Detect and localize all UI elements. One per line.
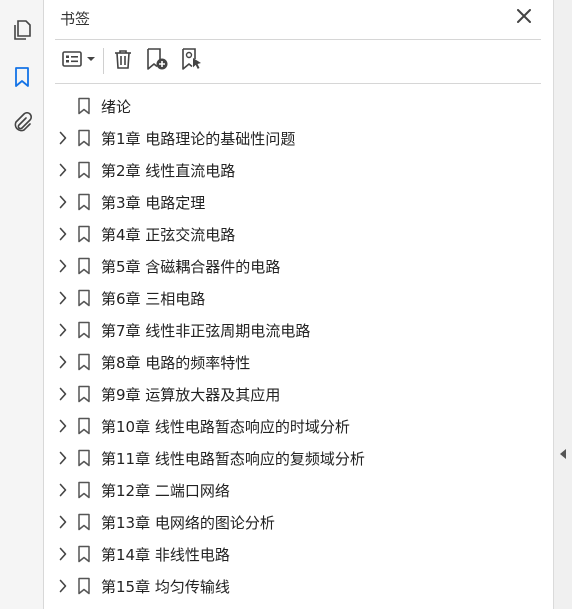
bookmark-icon: [77, 417, 91, 435]
bookmark-icon: [77, 353, 91, 371]
delete-bookmark-button[interactable]: [111, 49, 135, 73]
new-bookmark-icon: [145, 47, 169, 75]
bookmark-item[interactable]: 绪论: [45, 90, 553, 122]
divider: [55, 39, 541, 40]
bookmark-label: 第7章 线性非正弦周期电流电路: [101, 322, 311, 340]
bookmark-label: 第2章 线性直流电路: [101, 162, 236, 180]
collapse-panel-icon[interactable]: [560, 449, 566, 459]
chevron-right-icon[interactable]: [58, 579, 68, 593]
chevron-right-icon[interactable]: [58, 323, 68, 337]
chevron-right-icon[interactable]: [58, 195, 68, 209]
bookmark-from-selection-button[interactable]: [179, 47, 205, 75]
bookmark-item[interactable]: 第11章 线性电路暂态响应的复频域分析: [45, 442, 553, 474]
delete-icon: [113, 48, 133, 74]
bookmark-label: 第14章 非线性电路: [101, 546, 230, 564]
bookmarks-panel: 书签 绪论 第1章 电路理论的基础性问题 第2章 线性直流电路 第3章 电路定理…: [45, 0, 553, 609]
chevron-right-icon[interactable]: [58, 131, 68, 145]
bookmark-item[interactable]: 第13章 电网络的图论分析: [45, 506, 553, 538]
bookmark-icon: [77, 321, 91, 339]
chevron-right-icon[interactable]: [58, 387, 68, 401]
bookmark-icon: [77, 257, 91, 275]
options-menu-icon: [61, 49, 97, 73]
close-panel-button[interactable]: [515, 8, 533, 26]
panel-splitter[interactable]: [553, 0, 572, 609]
bookmark-label: 第8章 电路的频率特性: [101, 354, 251, 372]
bookmark-label: 第3章 电路定理: [101, 194, 206, 212]
chevron-right-icon[interactable]: [58, 355, 68, 369]
bookmark-label: 第12章 二端口网络: [101, 482, 230, 500]
bookmark-tree: 绪论第1章 电路理论的基础性问题 第2章 线性直流电路 第3章 电路定理第4章 正弦…: [45, 90, 553, 602]
chevron-right-icon[interactable]: [58, 259, 68, 273]
bookmark-icon: [77, 289, 91, 307]
bookmark-item[interactable]: 第4章 正弦交流电路: [45, 218, 553, 250]
bookmark-icon: [77, 577, 91, 595]
divider: [55, 83, 541, 84]
new-bookmark-button[interactable]: [144, 47, 170, 75]
left-navigation-rail: [0, 0, 44, 609]
bookmark-label: 第9章 运算放大器及其应用: [101, 386, 281, 404]
chevron-right-icon[interactable]: [58, 483, 68, 497]
chevron-right-icon[interactable]: [58, 227, 68, 241]
chevron-right-icon[interactable]: [58, 451, 68, 465]
options-menu-button[interactable]: [60, 49, 98, 73]
chevron-right-icon[interactable]: [58, 163, 68, 177]
bookmark-icon: [77, 481, 91, 499]
pages-panel-button[interactable]: [10, 20, 34, 44]
bookmark-label: 第4章 正弦交流电路: [101, 226, 236, 244]
bookmark-item[interactable]: 第8章 电路的频率特性: [45, 346, 553, 378]
bookmark-icon: [77, 513, 91, 531]
bookmark-label: 第10章 线性电路暂态响应的时域分析: [101, 418, 350, 436]
bookmark-item[interactable]: 第6章 三相电路: [45, 282, 553, 314]
bookmark-label: 第1章 电路理论的基础性问题: [101, 130, 296, 148]
bookmark-label: 第13章 电网络的图论分析: [101, 514, 275, 532]
bookmark-icon: [77, 225, 91, 243]
bookmark-label: 第11章 线性电路暂态响应的复频域分析: [101, 450, 365, 468]
attachments-panel-button[interactable]: [10, 111, 34, 138]
bookmark-icon: [77, 385, 91, 403]
bookmark-label: 绪论: [101, 98, 132, 116]
bookmark-item[interactable]: 第5章 含磁耦合器件的电路: [45, 250, 553, 282]
bookmark-icon: [77, 449, 91, 467]
bookmark-icon: [77, 193, 91, 211]
chevron-right-icon[interactable]: [58, 547, 68, 561]
bookmark-item[interactable]: 第10章 线性电路暂态响应的时域分析: [45, 410, 553, 442]
bookmark-item[interactable]: 第15章 均匀传输线: [45, 570, 553, 602]
bookmark-icon: [77, 545, 91, 563]
bookmark-item[interactable]: 第1章 电路理论的基础性问题: [45, 122, 553, 154]
bookmark-label: 第5章 含磁耦合器件的电路: [101, 258, 281, 276]
bookmark-icon: [77, 129, 91, 147]
chevron-right-icon[interactable]: [58, 419, 68, 433]
bookmark-item[interactable]: 第3章 电路定理: [45, 186, 553, 218]
bookmark-item[interactable]: 第14章 非线性电路: [45, 538, 553, 570]
bookmark-label: 第15章 均匀传输线: [101, 578, 230, 596]
pages-icon: [12, 19, 32, 45]
chevron-right-icon[interactable]: [58, 291, 68, 305]
bookmark-item[interactable]: 第9章 运算放大器及其应用: [45, 378, 553, 410]
toolbar-separator: [103, 48, 104, 74]
bookmarks-panel-button[interactable]: [10, 67, 34, 91]
bookmark-from-selection-icon: [180, 47, 204, 75]
close-icon: [517, 8, 531, 27]
bookmark-item[interactable]: 第12章 二端口网络: [45, 474, 553, 506]
bookmark-icon: [77, 97, 91, 115]
bookmark-item[interactable]: 第7章 线性非正弦周期电流电路: [45, 314, 553, 346]
bookmark-icon: [77, 161, 91, 179]
panel-title: 书签: [60, 10, 91, 28]
bookmark-icon: [14, 66, 30, 92]
bookmark-label: 第6章 三相电路: [101, 290, 206, 308]
bookmark-item[interactable]: 第2章 线性直流电路: [45, 154, 553, 186]
chevron-right-icon[interactable]: [58, 515, 68, 529]
attachment-icon: [11, 111, 33, 138]
